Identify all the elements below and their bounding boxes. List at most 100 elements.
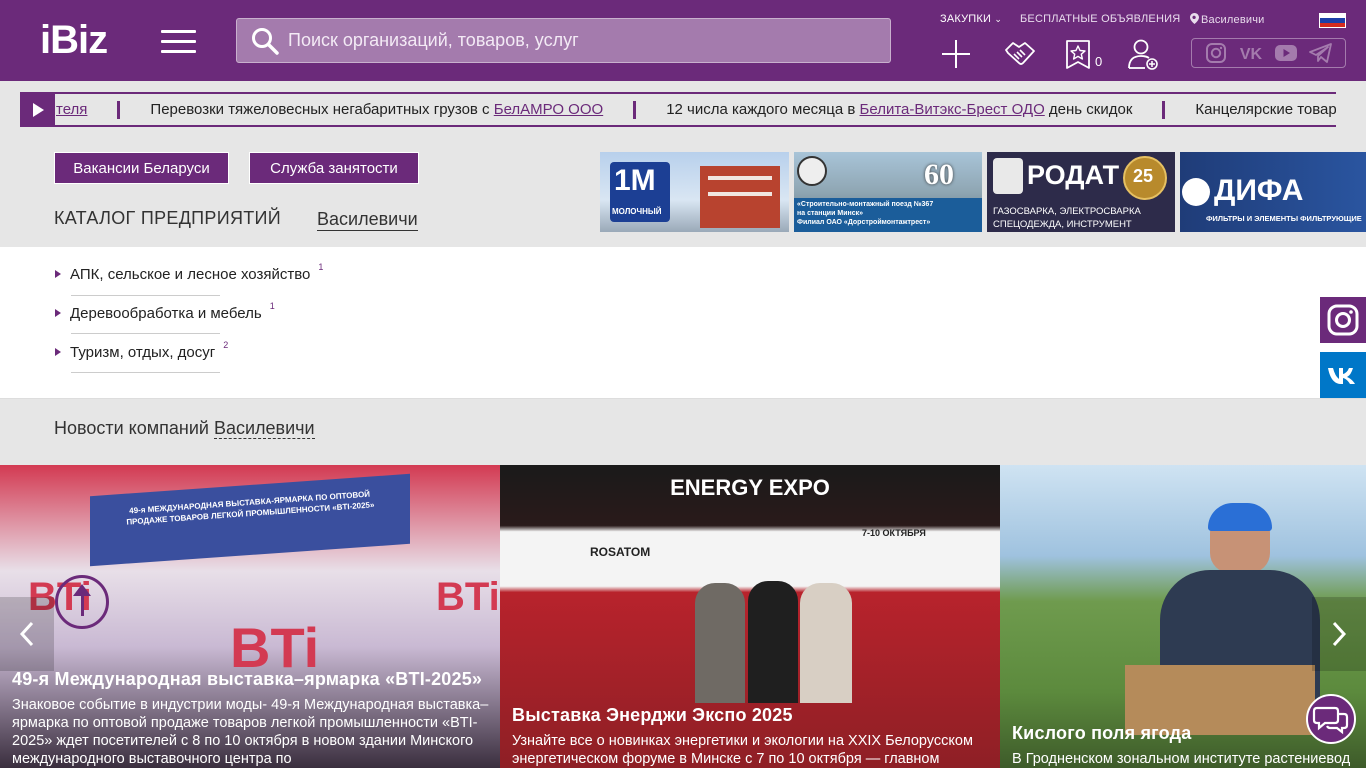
news-section-title: Новости компаний Василевичи bbox=[54, 418, 315, 439]
ticker-separator bbox=[1162, 100, 1166, 119]
russian-flag-icon[interactable] bbox=[1319, 13, 1346, 28]
catalog-item[interactable]: Туризм, отдых, досуг 2 bbox=[55, 333, 325, 371]
catalog-item-count: 1 bbox=[318, 262, 324, 272]
svg-text:VK: VK bbox=[1240, 46, 1263, 63]
location-label: Василевичи bbox=[1201, 14, 1265, 26]
vk-icon[interactable]: VK bbox=[1239, 43, 1263, 63]
ticker-item: Перевозки тяжеловесных негабаритных груз… bbox=[150, 101, 604, 118]
add-plus-icon[interactable] bbox=[940, 38, 972, 70]
ticker-link[interactable]: теля bbox=[56, 101, 87, 118]
news-image-person bbox=[748, 581, 798, 703]
user-add-icon[interactable] bbox=[1127, 38, 1159, 70]
banner-rodat[interactable]: РОДАТ 25 ГАЗОСВАРКА, ЭЛЕКТРОСВАРКА СПЕЦО… bbox=[987, 152, 1175, 232]
news-text: Знаковое событие в индустрии моды- 49-я … bbox=[12, 697, 489, 767]
news-image-logo: ENERGY EXPO bbox=[670, 475, 830, 500]
banner-molochny[interactable]: 1M МОЛОЧНЫЙ bbox=[600, 152, 789, 232]
ticker-item: 12 числа каждого месяца в Белита-Витэкс-… bbox=[666, 101, 1133, 118]
play-icon[interactable] bbox=[20, 94, 55, 125]
chevron-down-icon: ⌄ bbox=[994, 14, 1003, 24]
banner-badge: 60 bbox=[924, 158, 954, 191]
instagram-icon[interactable] bbox=[1204, 43, 1228, 63]
banner-smp-367[interactable]: 60 «Строительно-монтажный поезд №367 на … bbox=[794, 152, 982, 232]
zakupki-menu[interactable]: ЗАКУПКИ ⌄ bbox=[940, 13, 1002, 25]
catalog-list: АПК, сельское и лесное хозяйство 1 Дерев… bbox=[0, 247, 1366, 399]
news-title: 49-я Международная выставка–ярмарка «BTI… bbox=[12, 669, 483, 689]
banner-difa[interactable]: ДИФА ФИЛЬТРЫ И ЭЛЕМЕНТЫ ФИЛЬТРУЮЩИЕ bbox=[1180, 152, 1366, 232]
banner-building-detail bbox=[708, 192, 772, 196]
ticker-link[interactable]: БелАМРО ООО bbox=[494, 101, 603, 118]
news-image-person bbox=[695, 583, 745, 703]
banner-logo-icon bbox=[1182, 178, 1210, 206]
banner-line: на станции Минск» bbox=[797, 210, 864, 217]
youtube-icon[interactable] bbox=[1274, 43, 1298, 63]
news-image-dates: 7-10 ОКТЯБРЯ bbox=[862, 528, 926, 538]
search-input[interactable] bbox=[288, 30, 848, 51]
news-ticker: теля Перевозки тяжеловесных негабаритных… bbox=[20, 92, 1336, 127]
news-title: Выставка Энерджи Экспо 2025 bbox=[512, 705, 793, 725]
banner-line: Филиал ОАО «Дорстроймонтажтрест» bbox=[797, 219, 931, 226]
bullet-triangle-icon bbox=[55, 309, 61, 317]
handshake-icon[interactable] bbox=[1004, 38, 1036, 70]
side-instagram-button[interactable] bbox=[1320, 297, 1366, 343]
banner-line: ГАЗОСВАРКА, ЭЛЕКТРОСВАРКА bbox=[993, 206, 1141, 217]
banner-text: МОЛОЧНЫЙ bbox=[612, 207, 662, 216]
news-image-logo-right: BTi bbox=[436, 575, 500, 619]
vacancies-button[interactable]: Вакансии Беларуси bbox=[54, 152, 229, 184]
ticker-track: теля Перевозки тяжеловесных негабаритных… bbox=[56, 94, 1336, 125]
catalog-item-label: АПК, сельское и лесное хозяйство bbox=[70, 265, 311, 283]
news-card[interactable]: 49-я МЕЖДУНАРОДНАЯ ВЫСТАВКА-ЯРМАРКА ПО О… bbox=[0, 465, 500, 768]
favorites-icon[interactable] bbox=[1064, 38, 1096, 70]
news-location-link[interactable]: Василевичи bbox=[213, 418, 315, 439]
banner-emblem-icon bbox=[797, 156, 827, 186]
logo[interactable]: iBiz bbox=[40, 20, 108, 60]
scroll-up-icon[interactable] bbox=[55, 575, 109, 629]
location-selector[interactable]: Василевичи bbox=[1190, 13, 1265, 26]
carousel-next-button[interactable] bbox=[1312, 597, 1366, 671]
free-ads-link[interactable]: БЕСПЛАТНЫЕ ОБЪЯВЛЕНИЯ bbox=[1020, 13, 1180, 25]
instagram-icon bbox=[1327, 304, 1359, 336]
banner-subtitle: ФИЛЬТРЫ И ЭЛЕМЕНТЫ ФИЛЬТРУЮЩИЕ bbox=[1206, 214, 1362, 223]
side-vk-button[interactable] bbox=[1320, 352, 1366, 398]
banner-logo: 1M bbox=[614, 164, 656, 197]
banner-badge: 25 bbox=[1133, 166, 1154, 186]
favorites-count: 0 bbox=[1095, 54, 1103, 69]
catalog-item-label: Туризм, отдых, досуг bbox=[70, 343, 216, 361]
catalog-item-count: 1 bbox=[269, 301, 275, 311]
catalog-item-label: Деревообработка и мебель bbox=[70, 304, 262, 322]
employment-service-button[interactable]: Служба занятости bbox=[249, 152, 419, 184]
news-card[interactable]: ENERGY EXPO 7-10 ОКТЯБРЯ ROSATOM Выставк… bbox=[500, 465, 1000, 768]
banner-line: «Строительно-монтажный поезд №367 bbox=[797, 201, 934, 208]
search-icon[interactable] bbox=[250, 26, 280, 56]
ticker-item: Канцелярские товар bbox=[1195, 101, 1336, 118]
chat-button[interactable] bbox=[1306, 694, 1356, 744]
bullet-triangle-icon bbox=[55, 348, 61, 356]
banner-building-detail bbox=[708, 176, 772, 180]
telegram-icon[interactable] bbox=[1309, 43, 1333, 63]
catalog-title: КАТАЛОГ ПРЕДПРИЯТИЙ bbox=[54, 208, 282, 228]
catalog-location-link[interactable]: Василевичи bbox=[317, 209, 418, 231]
menu-burger-icon[interactable] bbox=[161, 30, 196, 54]
news-caption: Выставка Энерджи Экспо 2025 Узнайте все … bbox=[512, 705, 992, 768]
banner-line: СПЕЦОДЕЖДА, ИНСТРУМЕНТ bbox=[993, 219, 1132, 230]
banner-mascot-icon bbox=[993, 158, 1023, 194]
divider bbox=[71, 372, 220, 373]
catalog-item[interactable]: Деревообработка и мебель 1 bbox=[55, 294, 325, 332]
location-pin-icon bbox=[1190, 13, 1199, 24]
catalog-item[interactable]: АПК, сельское и лесное хозяйство 1 bbox=[55, 255, 325, 293]
carousel-prev-button[interactable] bbox=[0, 597, 54, 671]
ticker-item: теля bbox=[56, 101, 87, 118]
news-caption: 49-я Международная выставка–ярмарка «BTI… bbox=[12, 669, 492, 768]
chevron-right-icon bbox=[1332, 621, 1347, 647]
bullet-triangle-icon bbox=[55, 270, 61, 278]
zakupki-label: ЗАКУПКИ bbox=[940, 13, 992, 25]
ticker-link[interactable]: Белита-Витэкс-Брест ОДО bbox=[860, 101, 1045, 118]
news-text: В Гродненском зональном институте растен… bbox=[1012, 751, 1351, 767]
social-links: VK bbox=[1191, 38, 1346, 68]
banner-title: РОДАТ bbox=[1027, 160, 1120, 190]
catalog-item-count: 2 bbox=[223, 340, 229, 350]
header: iBiz ЗАКУПКИ ⌄ БЕСПЛАТНЫЕ ОБЪЯВЛЕНИЯ Вас… bbox=[0, 0, 1366, 81]
ticker-separator bbox=[117, 100, 121, 119]
news-image-sponsor: ROSATOM bbox=[590, 545, 651, 559]
banner-title: ДИФА bbox=[1214, 174, 1304, 207]
search-bar[interactable] bbox=[236, 18, 891, 63]
